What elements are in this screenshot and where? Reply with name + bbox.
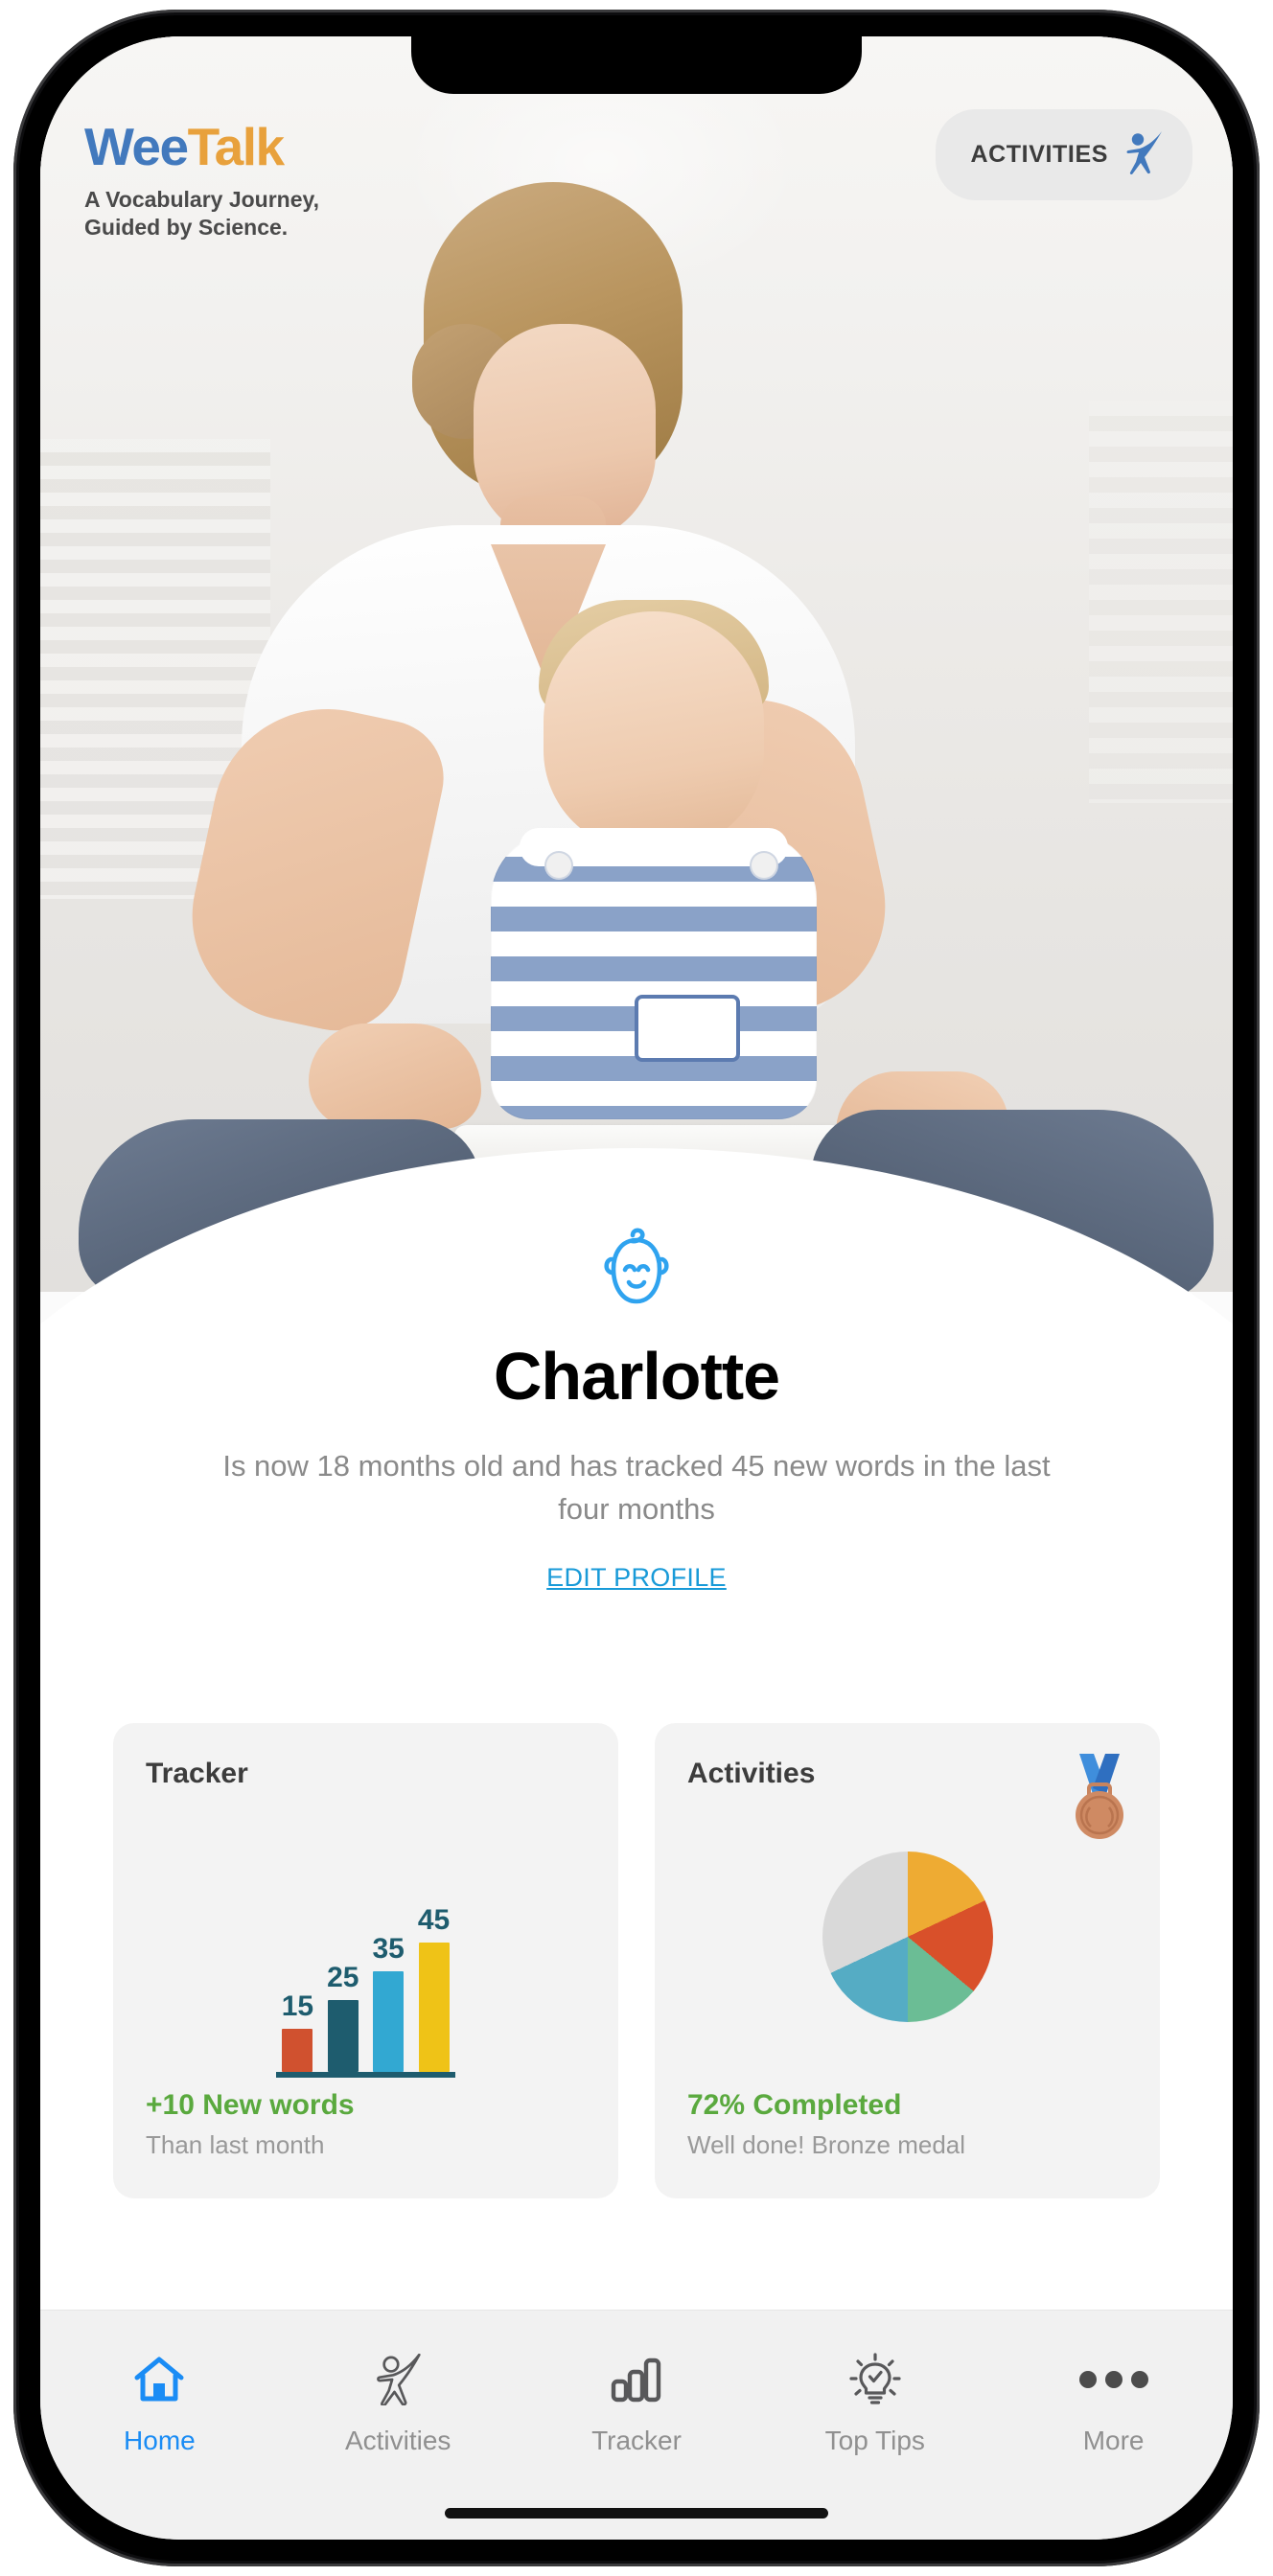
bar-column: 35: [373, 1933, 405, 2072]
bar: [418, 1943, 450, 2072]
child-description: Is now 18 months old and has tracked 45 …: [222, 1449, 1051, 1526]
summary-cards: Tracker 15 25 35 45 +10 New words Than last…: [113, 1723, 1160, 2198]
activities-subtext: Well done! Bronze medal: [687, 2130, 966, 2159]
three-dots-icon: [1078, 2353, 1148, 2406]
phone-screen: WeeTalk A Vocabulary Journey, Guided by …: [40, 36, 1233, 2540]
tracker-subtext: Than last month: [146, 2130, 325, 2159]
mother-hand-left: [309, 1024, 481, 1129]
tab-more-label: More: [1082, 2426, 1145, 2455]
logo-text-talk: Talk: [187, 117, 285, 176]
bar-value-label: 35: [372, 1933, 405, 1965]
edit-profile-wrap: EDIT PROFILE: [40, 1531, 1233, 1593]
activities-card-title: Activities: [687, 1758, 816, 1789]
lightbulb-check-icon: [849, 2353, 901, 2406]
bar: [373, 1971, 405, 2072]
activities-stat: 72% Completed: [687, 2089, 902, 2121]
tab-activities[interactable]: Activities: [279, 2353, 518, 2456]
tab-top-tips-label: Top Tips: [824, 2426, 925, 2455]
edit-profile-link[interactable]: EDIT PROFILE: [546, 1563, 727, 1593]
bar-value-label: 45: [417, 1904, 451, 1936]
baby-head: [544, 611, 764, 851]
home-indicator: [445, 2508, 828, 2518]
app-tagline: A Vocabulary Journey, Guided by Science.: [84, 187, 319, 241]
bronze-medal-icon: [1068, 1750, 1131, 1847]
baby-shirt-button: [546, 853, 571, 878]
active-person-icon: [374, 2353, 422, 2406]
bar-value-label: 15: [281, 1990, 314, 2022]
tab-more[interactable]: More: [994, 2353, 1233, 2456]
app-logo: WeeTalk: [84, 121, 343, 173]
tracker-card[interactable]: Tracker 15 25 35 45 +10 New words Than last…: [113, 1723, 618, 2198]
logo-text-wee: Wee: [84, 117, 189, 176]
baby-shirt-button: [752, 853, 776, 878]
tab-top-tips[interactable]: Top Tips: [755, 2353, 994, 2456]
bar: [327, 2000, 359, 2072]
profile-section: Charlotte Is now 18 months old and has t…: [40, 1225, 1233, 1593]
bar-column: 15: [282, 1990, 313, 2072]
bar-column: 25: [327, 1962, 359, 2072]
tracker-card-title: Tracker: [146, 1758, 248, 1789]
bar-chart-icon: [610, 2353, 663, 2406]
tracker-bar-chart: 15 25 35 45: [146, 1796, 586, 2083]
baby-shirt-label: [635, 995, 740, 1062]
tab-home-label: Home: [124, 2426, 196, 2455]
activities-pie-chart: [687, 1790, 1127, 2083]
active-person-icon: [1123, 130, 1164, 179]
pie-circle: [822, 1852, 993, 2022]
bar-group: 15 25 35 45: [275, 1904, 456, 2078]
home-icon: [133, 2353, 185, 2406]
phone-notch: [411, 36, 862, 94]
tab-tracker[interactable]: Tracker: [518, 2353, 756, 2456]
tracker-stat: +10 New words: [146, 2089, 355, 2121]
brand-block: WeeTalk A Vocabulary Journey, Guided by …: [84, 121, 343, 242]
activities-button[interactable]: ACTIVITIES: [936, 109, 1192, 200]
bottom-navigation: Home Activities Tracker Top Tips More: [40, 2310, 1233, 2540]
bar: [282, 2029, 313, 2072]
tab-tracker-label: Tracker: [591, 2426, 682, 2455]
bar-value-label: 25: [327, 1962, 359, 1993]
window-blinds-right: [1089, 401, 1233, 803]
phone-frame: WeeTalk A Vocabulary Journey, Guided by …: [13, 10, 1260, 2566]
tab-home[interactable]: Home: [40, 2353, 279, 2456]
tab-activities-label: Activities: [344, 2426, 451, 2455]
child-name: Charlotte: [493, 1339, 780, 1414]
activities-button-label: ACTIVITIES: [970, 141, 1108, 168]
bar-column: 45: [418, 1904, 450, 2072]
activities-card[interactable]: Activities 72% Completed Well done! Bron…: [655, 1723, 1160, 2198]
baby-face-icon: [40, 1225, 1233, 1317]
